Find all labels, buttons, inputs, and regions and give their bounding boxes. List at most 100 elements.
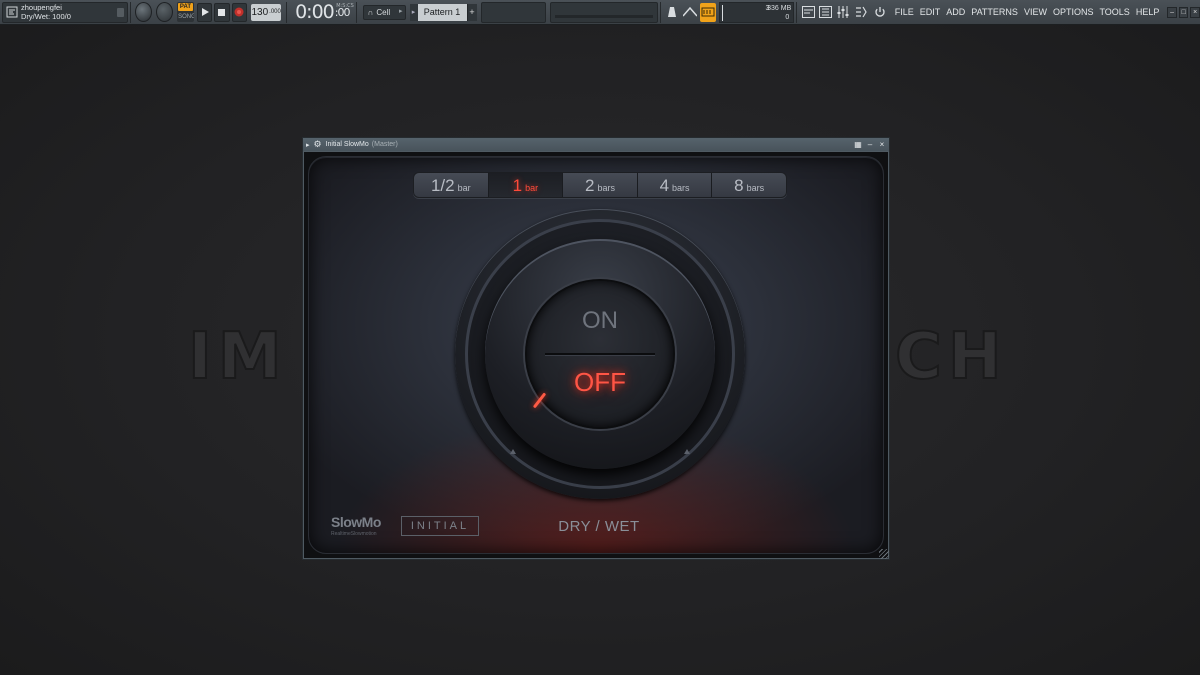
bar-option-num: 1/2 (430, 176, 455, 195)
hint-value: Dry/Wet: 100/0 (21, 12, 71, 21)
menu-file[interactable]: FILE (895, 7, 914, 17)
pat-label: PAT (178, 3, 193, 11)
channel-rack-button[interactable] (854, 3, 870, 22)
browser-button[interactable] (872, 3, 888, 22)
song-position-slider[interactable] (555, 14, 653, 18)
menu-help[interactable]: HELP (1136, 7, 1160, 17)
plugin-close-icon[interactable]: × (877, 140, 887, 150)
snap-value: Cell (376, 7, 391, 17)
tempo-display[interactable]: 130 .000 (251, 3, 282, 21)
stop-button[interactable] (214, 2, 230, 22)
mixer-icon (837, 6, 849, 18)
bar-option-half[interactable]: 1/2 bar (414, 173, 489, 197)
resize-grip-icon[interactable] (879, 549, 889, 559)
bar-option-4[interactable]: 4 bars (637, 173, 713, 197)
song-label: SONG (178, 14, 194, 20)
menu-add[interactable]: ADD (946, 7, 965, 17)
pattern-name: Pattern 1 (417, 3, 467, 21)
channel-indicator-panel (480, 1, 547, 23)
bar-option-unit: bar (457, 183, 471, 193)
song-time-display[interactable]: 0:00 :00 M:S:CS (295, 1, 354, 23)
play-button[interactable] (196, 2, 213, 22)
plugin-title-bar[interactable]: ▸ ⚙ Initial SlowMo (Master) ▦ – × (303, 138, 889, 151)
off-button[interactable]: OFF (527, 367, 673, 398)
plugin-options-gear-icon[interactable]: ⚙ (314, 139, 322, 150)
blend-notes-button[interactable] (699, 2, 716, 22)
bar-option-num: 8 (734, 176, 744, 195)
on-off-divider (545, 353, 655, 355)
bar-option-2[interactable]: 2 bars (563, 173, 638, 197)
bar-option-unit: bar (525, 183, 539, 193)
main-menu: FILE EDIT ADD PATTERNS VIEW OPTIONS TOOL… (895, 7, 1166, 17)
pattern-selector[interactable]: ▸ Pattern 1 + (409, 3, 477, 21)
plugin-menu-arrow-icon[interactable]: ▸ (306, 141, 310, 149)
knob-max-tick-icon (684, 449, 690, 454)
background-watermark-right: CH (894, 319, 1008, 395)
hint-trash-icon[interactable] (117, 7, 125, 17)
cpu-meter (721, 4, 723, 21)
minimize-button[interactable]: – (1167, 6, 1177, 18)
close-button[interactable]: × (1190, 6, 1200, 18)
separator (659, 1, 661, 23)
plugin-detach-icon[interactable]: ▦ (853, 140, 863, 150)
dropdown-arrow-icon: ▸ (398, 7, 403, 15)
master-pitch-knob[interactable] (156, 2, 174, 22)
knob-min-tick-icon (510, 449, 516, 454)
menu-edit[interactable]: EDIT (920, 7, 941, 17)
channel-rack-icon (856, 6, 868, 18)
on-button[interactable]: ON (527, 307, 673, 335)
slowmo-tagline: RealtimeSlowmotion (331, 531, 377, 537)
plugin-body: 1/2 bar 1 bar 2 bars 4 bars 8 bars ON OF… (304, 152, 888, 558)
hint-user: zhoupengfei (21, 3, 62, 12)
drywet-knob[interactable]: ON OFF (455, 209, 745, 499)
wait-input-button[interactable] (682, 3, 698, 22)
play-icon (201, 8, 209, 16)
blend-notes-icon (701, 7, 715, 17)
menu-options[interactable]: OPTIONS (1053, 7, 1094, 17)
piano-roll-button[interactable] (818, 3, 834, 22)
menu-view[interactable]: VIEW (1024, 7, 1047, 17)
time-format-label: M:S:CS (336, 2, 354, 9)
bar-option-8[interactable]: 8 bars (712, 173, 786, 197)
countdown-icon (682, 7, 697, 17)
slowmo-panel: 1/2 bar 1 bar 2 bars 4 bars 8 bars ON OF… (308, 156, 884, 554)
playlist-button[interactable] (800, 3, 816, 22)
separator (286, 1, 288, 23)
hint-bar-icon[interactable] (3, 3, 21, 22)
maximize-button[interactable]: □ (1178, 6, 1189, 18)
bar-option-num: 4 (659, 176, 670, 195)
bar-option-unit: bars (746, 183, 765, 193)
maximize-icon: □ (1181, 8, 1186, 16)
song-position-panel[interactable] (550, 1, 658, 23)
tempo-value: 130 (251, 6, 269, 18)
snap-selector[interactable]: ∩ Cell ▸ (362, 4, 406, 20)
slowmo-logo: SlowMo RealtimeSlowmotion (331, 514, 381, 537)
bar-option-num: 1 (512, 176, 523, 195)
bar-length-selector: 1/2 bar 1 bar 2 bars 4 bars 8 bars (413, 172, 787, 198)
record-button[interactable] (231, 2, 248, 22)
bar-option-num: 2 (584, 176, 595, 195)
bar-option-1[interactable]: 1 bar (488, 173, 564, 197)
cpu-memory-panel[interactable]: 3 336 MB 0 (718, 1, 795, 23)
menu-tools[interactable]: TOOLS (1099, 7, 1129, 17)
background-watermark-left: IM (187, 319, 288, 395)
plugin-minimize-icon[interactable]: – (865, 140, 875, 150)
tempo-decimal: .000 (269, 9, 281, 15)
mixer-button[interactable] (836, 3, 852, 22)
menu-patterns[interactable]: PATTERNS (971, 7, 1018, 17)
metronome-icon (667, 7, 676, 17)
memory-usage: 336 MB (767, 4, 792, 12)
bar-option-unit: bars (672, 183, 690, 193)
pattern-add-button[interactable]: + (466, 3, 477, 21)
piano-roll-icon (819, 6, 833, 18)
hint-panel: zhoupengfei Dry/Wet: 100/0 (2, 1, 129, 23)
separator (355, 1, 357, 23)
slowmo-brand-name: SlowMo (331, 514, 381, 530)
master-volume-knob[interactable] (134, 2, 152, 22)
pat-song-toggle[interactable]: PAT SONG (177, 2, 194, 22)
pattern-prev-icon[interactable]: ▸ (409, 3, 418, 21)
main-toolbar: zhoupengfei Dry/Wet: 100/0 PAT SONG 130 … (0, 0, 1200, 25)
on-off-switch[interactable]: ON OFF (525, 279, 675, 429)
drywet-label: DRY / WET (558, 518, 640, 535)
metronome-button[interactable] (664, 3, 680, 22)
